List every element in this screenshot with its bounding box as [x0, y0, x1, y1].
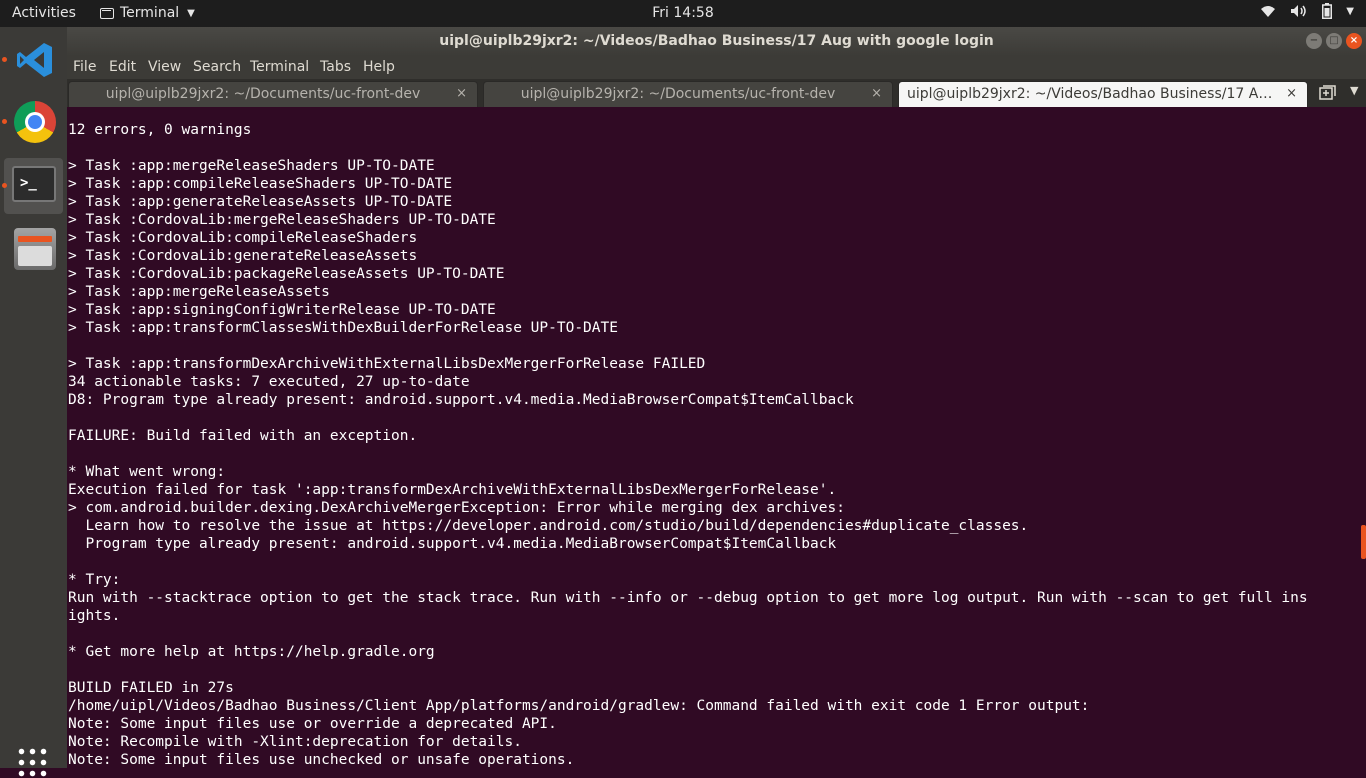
- clock[interactable]: Fri 14:58: [652, 5, 713, 21]
- new-tab-icon[interactable]: [1319, 84, 1337, 100]
- menu-bar: File Edit View Search Terminal Tabs Help: [67, 56, 1366, 79]
- terminal-line: Note: Some input files use unchecked or …: [68, 752, 575, 768]
- top-bar: Activities Terminal ▼ Fri 14:58 ▼: [0, 0, 1366, 27]
- terminal-line: FAILURE: Build failed with an exception.: [68, 428, 418, 444]
- minimize-icon[interactable]: −: [1306, 33, 1322, 49]
- terminal-line: Program type already present: android.su…: [68, 536, 837, 552]
- menu-tabs[interactable]: Tabs: [320, 59, 351, 75]
- close-tab-icon[interactable]: ×: [871, 86, 882, 101]
- menu-terminal[interactable]: Terminal: [250, 59, 309, 75]
- close-tab-icon[interactable]: ×: [456, 86, 467, 101]
- vscode-icon: [17, 43, 52, 77]
- terminal-line: > Task :app:transformDexArchiveWithExter…: [68, 356, 706, 372]
- terminal-line: 34 actionable tasks: 7 executed, 27 up-t…: [68, 374, 470, 390]
- running-indicator: [2, 119, 7, 124]
- tab-uc-front-dev-2[interactable]: uipl@uiplb29jxr2: ~/Documents/uc-front-d…: [483, 81, 893, 107]
- tab-uc-front-dev-1[interactable]: uipl@uiplb29jxr2: ~/Documents/uc-front-d…: [68, 81, 478, 107]
- tabs-menu-chevron-icon[interactable]: ▼: [1350, 84, 1358, 97]
- terminal-line: /home/uipl/Videos/Badhao Business/Client…: [68, 698, 1090, 714]
- window-controls: − □ ×: [1306, 33, 1362, 49]
- menu-view[interactable]: View: [148, 59, 181, 75]
- terminal-line: > Task :app:compileReleaseShaders UP-TO-…: [68, 176, 453, 192]
- app-menu-label: Terminal: [120, 5, 180, 21]
- terminal-line: > Task :CordovaLib:mergeReleaseShaders U…: [68, 212, 496, 228]
- terminal-line: Execution failed for task ':app:transfor…: [68, 482, 837, 498]
- terminal-line: > Task :app:generateReleaseAssets UP-TO-…: [68, 194, 453, 210]
- menu-file[interactable]: File: [73, 59, 96, 75]
- terminal-line: > Task :app:mergeReleaseShaders UP-TO-DA…: [68, 158, 435, 174]
- wifi-icon: [1261, 6, 1276, 17]
- dock-files[interactable]: [4, 220, 63, 276]
- tab-badhao-business[interactable]: uipl@uiplb29jxr2: ~/Videos/Badhao Busine…: [898, 81, 1308, 107]
- terminal-lines: 12 errors, 0 warnings > Task :app:mergeRe…: [67, 107, 1360, 768]
- battery-icon: [1322, 3, 1333, 19]
- volume-icon: [1291, 5, 1307, 17]
- terminal-line: > Task :CordovaLib:compileReleaseShaders: [68, 230, 418, 246]
- terminal-line: > Task :app:signingConfigWriterRelease U…: [68, 302, 496, 318]
- dock-terminal[interactable]: >_: [4, 158, 63, 214]
- running-indicator: [2, 57, 7, 62]
- terminal-line: * Get more help at https://help.gradle.o…: [68, 644, 435, 660]
- terminal-output[interactable]: 12 errors, 0 warnings > Task :app:mergeRe…: [67, 107, 1360, 768]
- dock-chrome[interactable]: [4, 93, 63, 149]
- chevron-down-icon: ▼: [187, 7, 195, 19]
- terminal-line: Note: Recompile with -Xlint:deprecation …: [68, 734, 522, 750]
- menu-help[interactable]: Help: [363, 59, 395, 75]
- terminal-line: > com.android.builder.dexing.DexArchiveM…: [68, 500, 845, 516]
- tab-label: uipl@uiplb29jxr2: ~/Documents/uc-front-d…: [520, 86, 836, 102]
- app-menu[interactable]: Terminal ▼: [100, 5, 195, 21]
- terminal-scrollbar[interactable]: [1360, 107, 1366, 768]
- terminal-line: > Task :app:transformClassesWithDexBuild…: [68, 320, 618, 336]
- system-tray[interactable]: ▼: [1260, 3, 1354, 19]
- terminal-app-icon: >_: [12, 166, 56, 202]
- title-bar[interactable]: uipl@uiplb29jxr2: ~/Videos/Badhao Busine…: [67, 27, 1366, 56]
- terminal-line: * What went wrong:: [68, 464, 226, 480]
- show-applications-icon[interactable]: [16, 746, 48, 778]
- terminal-line: > Task :CordovaLib:generateReleaseAssets: [68, 248, 418, 264]
- close-tab-icon[interactable]: ×: [1286, 86, 1297, 101]
- menu-search[interactable]: Search: [193, 59, 241, 75]
- terminal-line: > Task :CordovaLib:packageReleaseAssets …: [68, 266, 505, 282]
- chrome-icon: [14, 101, 56, 143]
- scrollbar-thumb[interactable]: [1361, 525, 1366, 559]
- system-menu-chevron-icon: ▼: [1346, 5, 1354, 17]
- dock: >_: [0, 27, 67, 778]
- maximize-icon[interactable]: □: [1326, 33, 1342, 49]
- tab-label: uipl@uiplb29jxr2: ~/Documents/uc-front-d…: [105, 86, 421, 102]
- terminal-line: D8: Program type already present: androi…: [68, 392, 854, 408]
- terminal-line: > Task :app:mergeReleaseAssets: [68, 284, 330, 300]
- terminal-line: Note: Some input files use or override a…: [68, 716, 557, 732]
- dock-vscode[interactable]: [4, 31, 63, 87]
- terminal-line: ights.: [68, 608, 121, 624]
- terminal-line: * Try:: [68, 572, 121, 588]
- menu-edit[interactable]: Edit: [109, 59, 136, 75]
- file-cabinet-icon: [14, 228, 56, 270]
- tab-label: uipl@uiplb29jxr2: ~/Videos/Badhao Busine…: [907, 86, 1279, 102]
- terminal-line: 12 errors, 0 warnings: [68, 122, 252, 138]
- activities-button[interactable]: Activities: [12, 5, 76, 21]
- terminal-line: Learn how to resolve the issue at https:…: [68, 518, 1029, 534]
- terminal-line: BUILD FAILED in 27s: [68, 680, 234, 696]
- terminal-window: uipl@uiplb29jxr2: ~/Videos/Badhao Busine…: [67, 27, 1366, 768]
- tab-bar: uipl@uiplb29jxr2: ~/Documents/uc-front-d…: [67, 79, 1366, 107]
- running-indicator: [2, 183, 7, 188]
- close-icon[interactable]: ×: [1346, 33, 1362, 49]
- terminal-icon: [100, 7, 114, 19]
- terminal-line: Run with --stacktrace option to get the …: [68, 590, 1308, 606]
- window-title: uipl@uiplb29jxr2: ~/Videos/Badhao Busine…: [439, 33, 994, 49]
